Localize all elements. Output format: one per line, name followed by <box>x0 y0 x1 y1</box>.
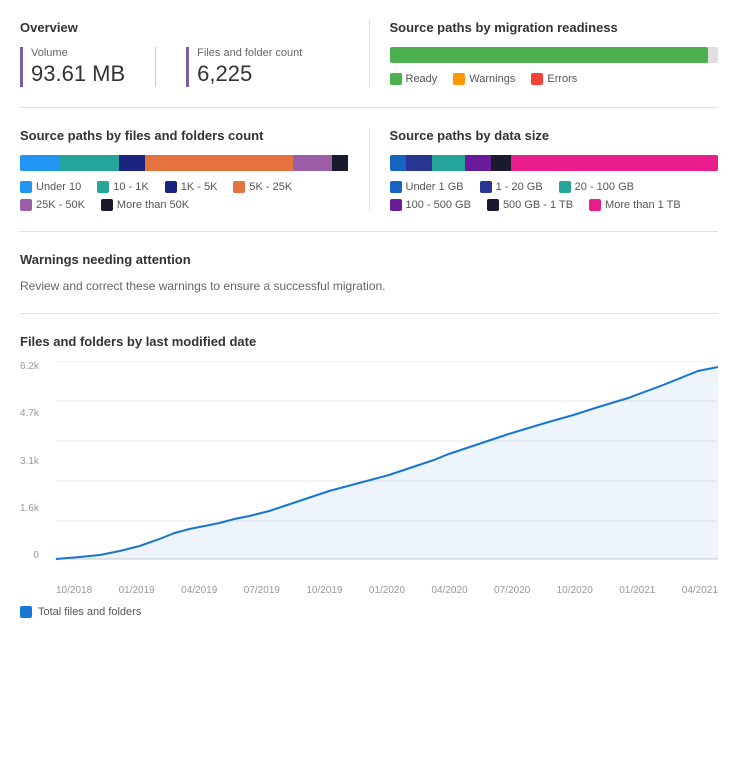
bar-segment <box>390 155 406 171</box>
chart-section: Files and folders by last modified date … <box>20 334 718 628</box>
y-label: 1.6k <box>20 503 39 514</box>
files-legend-item: Under 10 <box>20 181 81 193</box>
legend-color-box <box>390 181 402 193</box>
legend-color-box <box>589 199 601 211</box>
bar-segment <box>491 155 511 171</box>
datasize-bar <box>390 155 719 171</box>
files-legend-item: 1K - 5K <box>165 181 218 193</box>
chart-legend: Total files and folders <box>20 606 718 618</box>
metric-divider <box>155 47 156 87</box>
bar-segment <box>465 155 491 171</box>
legend-color-box <box>20 199 32 211</box>
legend-color-box <box>480 181 492 193</box>
legend-color-box <box>233 181 245 193</box>
legend-color-box <box>390 199 402 211</box>
files-legend-item: More than 50K <box>101 199 189 211</box>
chart-x-labels: 10/2018 01/2019 04/2019 07/2019 10/2019 01/20… <box>20 585 718 596</box>
y-label: 0 <box>33 550 39 561</box>
files-folders-section: Source paths by files and folders count … <box>20 128 370 211</box>
bar-segment <box>406 155 432 171</box>
files-label: Files and folder count <box>197 47 302 59</box>
files-folders-bar <box>20 155 349 171</box>
files-legend-item: 10 - 1K <box>97 181 148 193</box>
overview-section: Overview Volume 93.61 MB Files and folde… <box>20 20 370 87</box>
files-legend-item: 25K - 50K <box>20 199 85 211</box>
y-label: 6.2k <box>20 361 39 372</box>
bar-segment <box>119 155 145 171</box>
x-label: 01/2021 <box>619 585 655 596</box>
chart-y-labels: 6.2k 4.7k 3.1k 1.6k 0 <box>20 361 44 561</box>
dashboard: Overview Volume 93.61 MB Files and folde… <box>20 20 718 628</box>
legend-color-box <box>531 73 543 85</box>
files-block: Files and folder count 6,225 <box>186 47 302 87</box>
datasize-legend-item: 100 - 500 GB <box>390 199 471 211</box>
warnings-title: Warnings needing attention <box>20 252 718 267</box>
files-folders-title: Source paths by files and folders count <box>20 128 349 143</box>
x-label: 10/2018 <box>56 585 92 596</box>
legend-color-box <box>20 181 32 193</box>
top-row: Overview Volume 93.61 MB Files and folde… <box>20 20 718 108</box>
legend-color-box <box>165 181 177 193</box>
x-label: 07/2020 <box>494 585 530 596</box>
readiness-bar-container <box>390 47 719 63</box>
datasize-section: Source paths by data size Under 1 GB 1 - … <box>370 128 719 211</box>
datasize-legend-item: 20 - 100 GB <box>559 181 634 193</box>
bar-segment <box>20 155 59 171</box>
middle-row: Source paths by files and folders count … <box>20 128 718 232</box>
datasize-title: Source paths by data size <box>390 128 719 143</box>
readiness-legend-item: Warnings <box>453 73 515 85</box>
datasize-legend: Under 1 GB 1 - 20 GB 20 - 100 GB 100 - 500 … <box>390 181 719 211</box>
warnings-description: Review and correct these warnings to ens… <box>20 279 718 293</box>
timeline-svg <box>20 361 718 561</box>
x-label: 10/2020 <box>557 585 593 596</box>
legend-color-box <box>453 73 465 85</box>
volume-block: Volume 93.61 MB <box>20 47 125 87</box>
datasize-legend-item: Under 1 GB <box>390 181 464 193</box>
legend-color-box <box>97 181 109 193</box>
readiness-title: Source paths by migration readiness <box>390 20 719 35</box>
datasize-legend-item: 1 - 20 GB <box>480 181 543 193</box>
files-legend-item: 5K - 25K <box>233 181 292 193</box>
bar-segment <box>332 155 348 171</box>
legend-color-box <box>390 73 402 85</box>
files-folders-legend: Under 10 10 - 1K 1K - 5K 5K - 25K 25K - 50K M… <box>20 181 349 211</box>
legend-color-box <box>101 199 113 211</box>
x-label: 01/2020 <box>369 585 405 596</box>
bar-segment <box>511 155 718 171</box>
files-value: 6,225 <box>197 61 302 87</box>
bar-segment <box>293 155 332 171</box>
chart-area: 6.2k 4.7k 3.1k 1.6k 0 <box>20 361 718 581</box>
x-label: 04/2021 <box>682 585 718 596</box>
x-label: 04/2020 <box>431 585 467 596</box>
readiness-legend: Ready Warnings Errors <box>390 73 719 85</box>
readiness-bar-fill <box>390 47 709 63</box>
y-label: 4.7k <box>20 408 39 419</box>
x-label: 10/2019 <box>306 585 342 596</box>
bar-segment <box>145 155 293 171</box>
warnings-section: Warnings needing attention Review and co… <box>20 252 718 314</box>
x-label: 04/2019 <box>181 585 217 596</box>
bar-segment <box>432 155 465 171</box>
legend-color-box <box>559 181 571 193</box>
metrics-row: Volume 93.61 MB Files and folder count 6… <box>20 47 349 87</box>
x-label: 01/2019 <box>119 585 155 596</box>
y-label: 3.1k <box>20 456 39 467</box>
overview-title: Overview <box>20 20 349 35</box>
readiness-legend-item: Ready <box>390 73 438 85</box>
chart-legend-label: Total files and folders <box>38 606 141 618</box>
chart-area-fill <box>56 367 718 559</box>
datasize-legend-item: More than 1 TB <box>589 199 681 211</box>
readiness-section: Source paths by migration readiness Read… <box>370 20 719 87</box>
bar-segment <box>59 155 118 171</box>
datasize-legend-item: 500 GB - 1 TB <box>487 199 573 211</box>
legend-color-box <box>487 199 499 211</box>
chart-title: Files and folders by last modified date <box>20 334 718 349</box>
volume-label: Volume <box>31 47 125 59</box>
chart-legend-color <box>20 606 32 618</box>
readiness-legend-item: Errors <box>531 73 577 85</box>
volume-value: 93.61 MB <box>31 61 125 87</box>
x-label: 07/2019 <box>244 585 280 596</box>
